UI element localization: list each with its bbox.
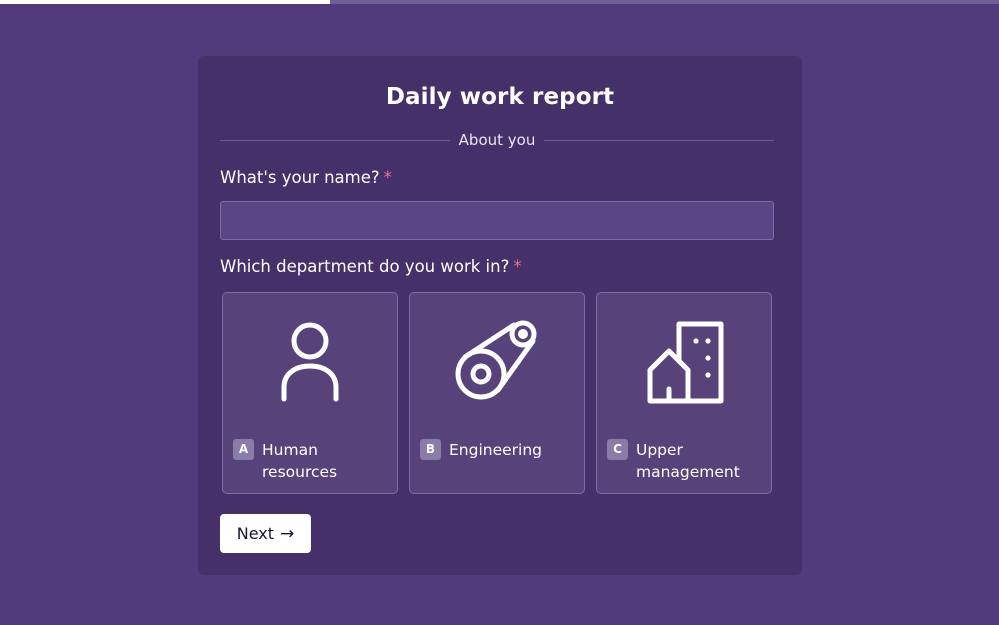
required-asterisk: * bbox=[513, 257, 522, 276]
option-upper-management[interactable]: C Upper management bbox=[596, 292, 772, 494]
person-icon bbox=[223, 319, 397, 405]
department-question: Which department do you work in? * bbox=[220, 257, 522, 276]
option-key-badge: A bbox=[233, 439, 254, 460]
progress-bar bbox=[0, 0, 999, 4]
option-label: Engineering bbox=[449, 441, 542, 459]
required-asterisk: * bbox=[383, 168, 392, 187]
progress-bar-fill bbox=[0, 0, 330, 4]
arrow-right-icon: → bbox=[280, 523, 295, 544]
next-button-label: Next bbox=[236, 524, 275, 543]
department-options: A Human resources B Engineering C Upper … bbox=[222, 292, 774, 494]
option-label: Upper management bbox=[636, 441, 740, 481]
name-input[interactable] bbox=[220, 201, 774, 240]
name-question: What's your name? * bbox=[220, 168, 392, 187]
name-question-text: What's your name? bbox=[220, 168, 380, 187]
option-key-badge: B bbox=[420, 439, 441, 460]
option-engineering[interactable]: B Engineering bbox=[409, 292, 585, 494]
divider-line-right bbox=[544, 140, 774, 141]
form-card: Daily work report About you What's your … bbox=[198, 56, 802, 575]
department-question-text: Which department do you work in? bbox=[220, 257, 510, 276]
pulley-icon bbox=[410, 319, 584, 405]
section-divider: About you bbox=[220, 130, 774, 150]
option-key-badge: C bbox=[607, 439, 628, 460]
form-title: Daily work report bbox=[385, 84, 615, 110]
option-human-resources[interactable]: A Human resources bbox=[222, 292, 398, 494]
next-button[interactable]: Next → bbox=[220, 514, 311, 553]
option-label: Human resources bbox=[262, 441, 338, 481]
building-icon bbox=[597, 319, 771, 405]
